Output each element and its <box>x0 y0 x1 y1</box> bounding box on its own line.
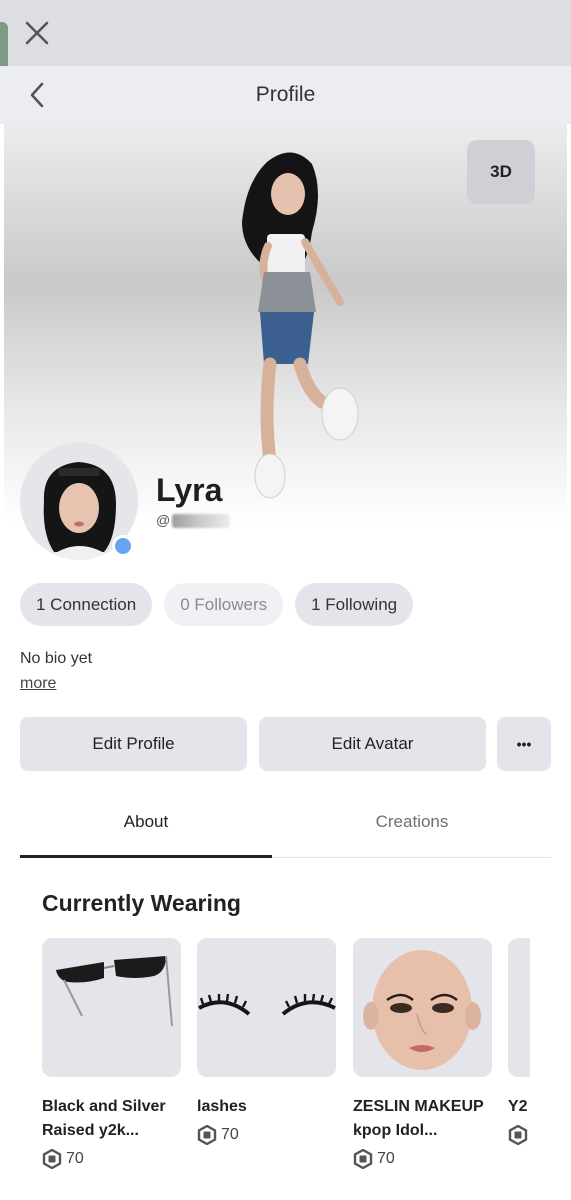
item-price: 70 <box>42 1149 181 1169</box>
item-price: 70 <box>353 1149 492 1169</box>
item-name: ZESLIN MAKEUP kpop Idol... <box>353 1098 484 1139</box>
close-icon[interactable] <box>22 18 52 48</box>
top-bar <box>0 0 571 66</box>
active-tab-indicator <box>20 855 272 858</box>
more-options-button[interactable]: ••• <box>497 717 551 771</box>
profile-header: Profile <box>0 66 571 124</box>
item-price <box>508 1125 530 1145</box>
bio-text: No bio yet <box>20 650 93 667</box>
username-prefix: @ <box>156 512 171 528</box>
item-name: Black and Silver Raised y2k... <box>42 1098 166 1139</box>
item-name: Y2 mi <box>508 1098 530 1115</box>
list-item[interactable]: Black and Silver Raised y2k... 70 <box>42 938 181 1169</box>
item-price-value: 70 <box>377 1150 395 1167</box>
robux-icon <box>508 1125 528 1145</box>
item-thumbnail <box>197 938 336 1077</box>
stats-chips: 1 Connection 0 Followers 1 Following <box>20 583 414 626</box>
item-name: lashes <box>197 1098 247 1115</box>
edit-avatar-button[interactable]: Edit Avatar <box>259 717 486 771</box>
item-thumbnail <box>42 938 181 1077</box>
redacted-username <box>172 514 231 529</box>
list-item[interactable]: Y2 mi <box>508 938 530 1145</box>
tab-creations[interactable]: Creations <box>286 800 538 844</box>
list-item[interactable]: lashes 70 <box>197 938 336 1145</box>
currently-wearing-list: Black and Silver Raised y2k... 70 lashes <box>42 938 530 1188</box>
item-price: 70 <box>197 1125 336 1145</box>
online-status-indicator <box>112 535 134 557</box>
connections-chip[interactable]: 1 Connection <box>20 583 153 626</box>
page-title: Profile <box>255 83 316 106</box>
avatar-3d-figure <box>242 152 359 499</box>
robux-icon <box>197 1125 217 1145</box>
display-name: Lyra <box>156 472 223 508</box>
robux-icon <box>353 1149 373 1169</box>
edit-profile-button[interactable]: Edit Profile <box>20 717 247 771</box>
robux-icon <box>42 1149 62 1169</box>
profile-tabs: About Creations <box>20 800 551 858</box>
item-thumbnail <box>353 938 492 1077</box>
view-3d-button[interactable]: 3D <box>467 140 535 204</box>
item-thumbnail <box>508 938 530 1077</box>
bio-more-link[interactable]: more <box>20 675 56 693</box>
tab-about[interactable]: About <box>20 800 272 844</box>
profile-actions: Edit Profile Edit Avatar ••• <box>20 717 551 771</box>
list-item[interactable]: ZESLIN MAKEUP kpop Idol... 70 <box>353 938 492 1169</box>
item-price-value: 70 <box>221 1126 239 1143</box>
item-price-value: 70 <box>66 1150 84 1167</box>
username: @ <box>156 512 231 529</box>
followers-chip[interactable]: 0 Followers <box>164 583 284 626</box>
currently-wearing-title: Currently Wearing <box>42 890 241 916</box>
following-chip[interactable]: 1 Following <box>295 583 414 626</box>
